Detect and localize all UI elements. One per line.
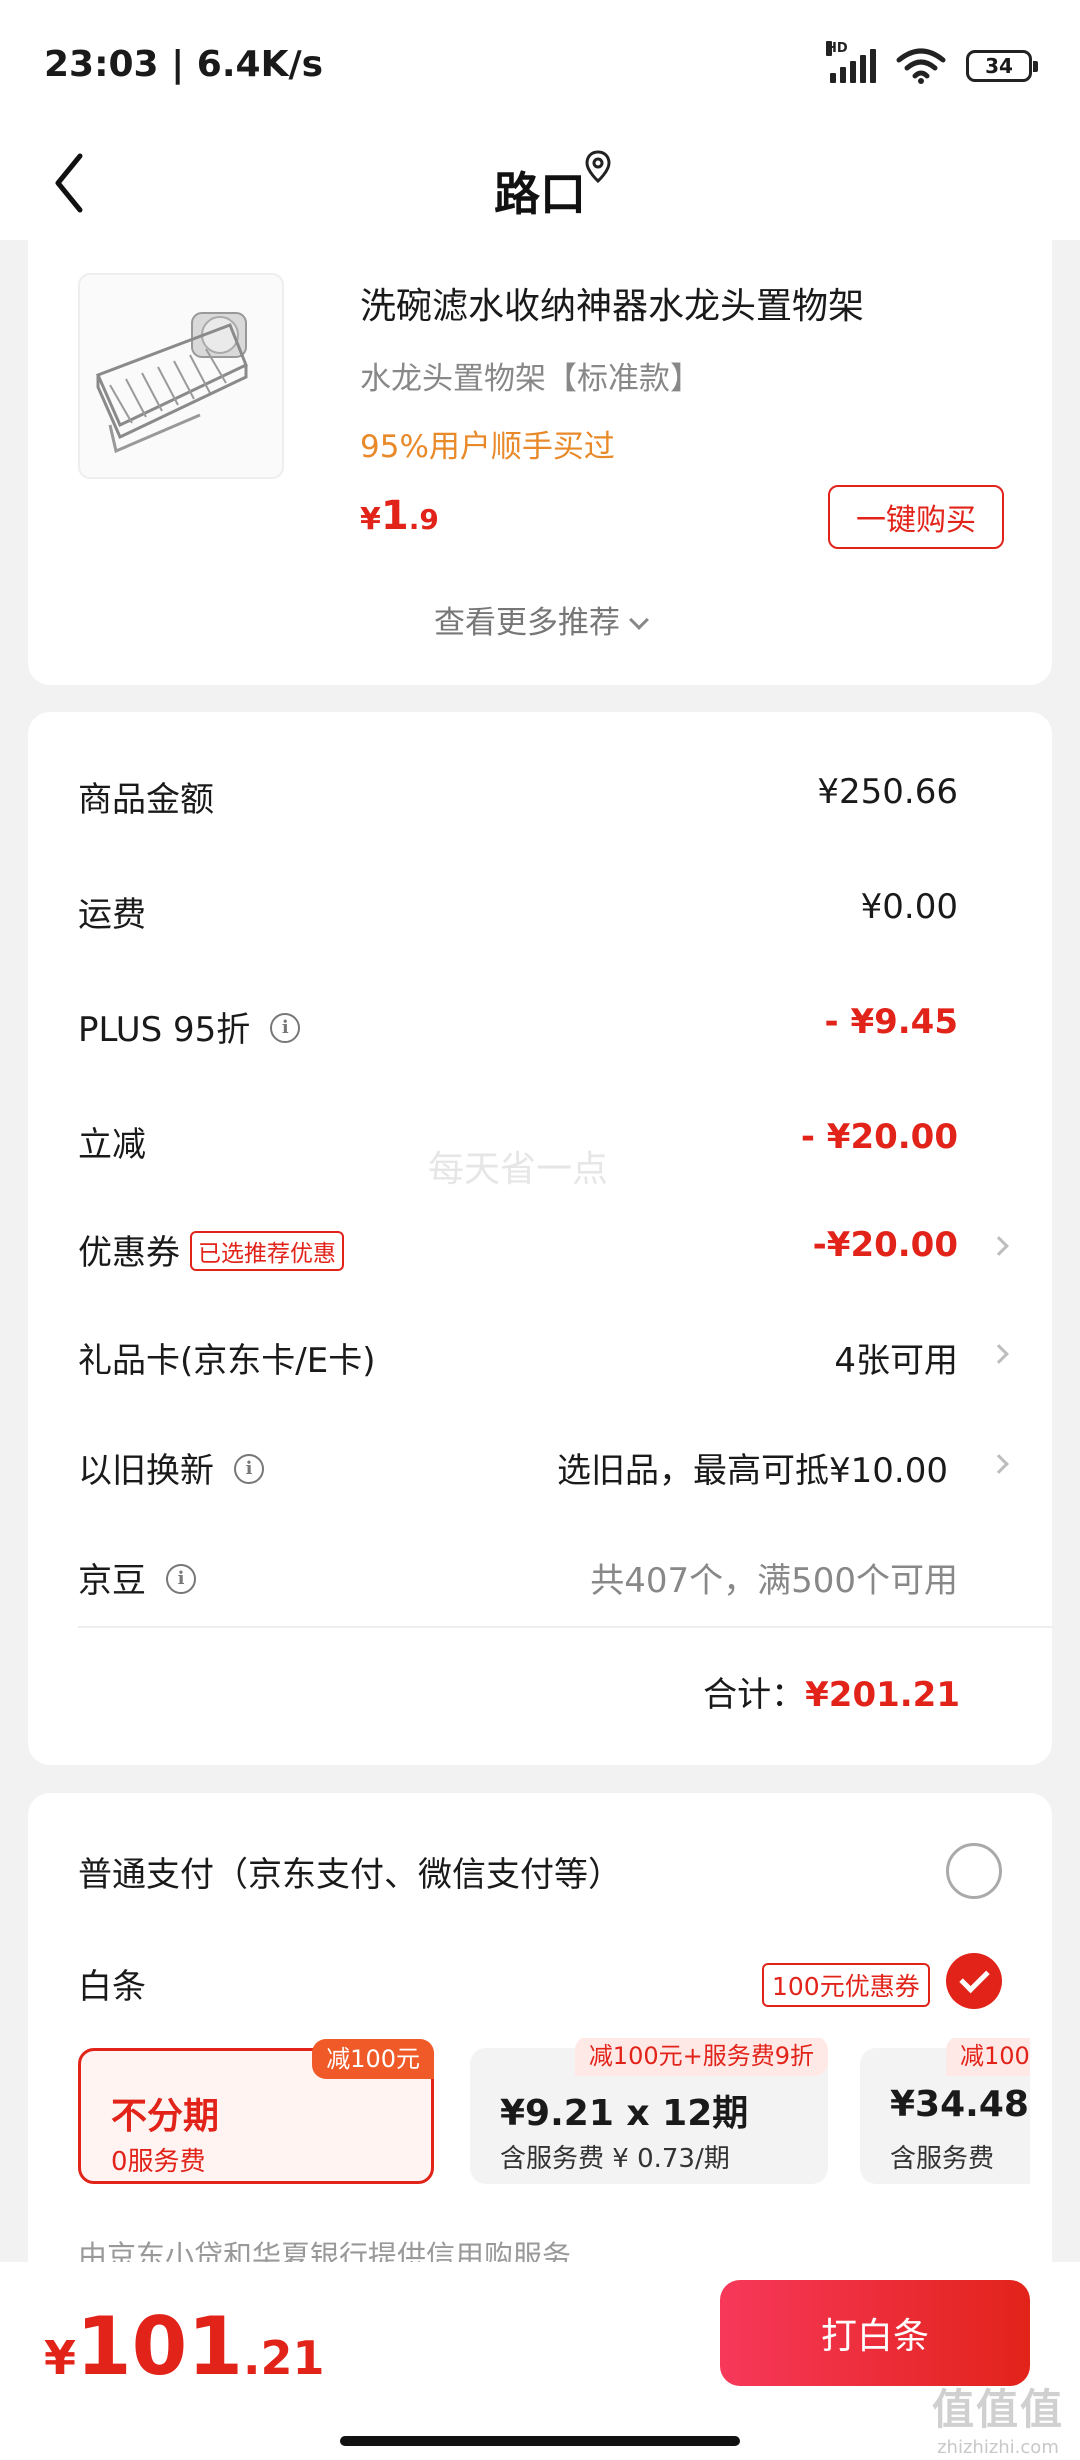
more-recommendations-label: 查看更多推荐 <box>434 605 620 641</box>
cellular-signal-icon: HD <box>826 41 876 83</box>
row-value: - ¥20.00 <box>800 1117 958 1157</box>
bottom-checkout-bar: ¥101.21 打白条 值值值 zhizhizhi.com <box>0 2262 1080 2460</box>
chevron-down-icon <box>629 610 649 630</box>
plan-discount-tag: 减100元 <box>312 2039 434 2079</box>
row-label-wrap: 优惠券 已选推荐优惠 <box>78 1225 344 1275</box>
pay-integer: 101 <box>76 2300 244 2393</box>
recommendation-card: 洗碗滤水收纳神器水龙头置物架 水龙头置物架【标准款】 95%用户顺手买过 ¥1.… <box>28 225 1052 685</box>
plan-other-periods[interactable]: 减100元 ¥34.48 含服务费 <box>860 2038 1030 2184</box>
divider <box>78 1626 1052 1628</box>
payment-method-card: 普通支付（京东支付、微信支付等） 白条 100元优惠券 减100元 不分期 0服… <box>28 1793 1052 2273</box>
product-spec: 水龙头置物架【标准款】 <box>360 361 701 397</box>
row-jingdou: 京豆 i 共407个，满500个可用 <box>78 1545 1008 1605</box>
one-click-buy-button[interactable]: 一键购买 <box>828 485 1004 549</box>
normal-payment-radio[interactable] <box>946 1843 1002 1899</box>
row-value: 4张可用 <box>834 1341 958 1381</box>
price-integer: 1 <box>380 493 409 539</box>
coupon-selected-tag: 已选推荐优惠 <box>190 1230 344 1271</box>
pay-currency: ¥ <box>44 2331 77 2385</box>
plan-no-installment[interactable]: 减100元 不分期 0服务费 <box>78 2039 434 2184</box>
row-label: PLUS 95折 <box>78 1010 251 1050</box>
price-decimal: .9 <box>408 503 439 536</box>
battery-icon: 34 <box>966 50 1038 82</box>
baitiao-coupon-tag[interactable]: 100元优惠券 <box>762 1963 930 2007</box>
price-currency: ¥ <box>360 502 381 537</box>
row-goods-amount: 商品金额 ¥250.66 <box>78 764 1008 824</box>
row-label: 礼品卡(京东卡/E卡) <box>78 1341 376 1381</box>
plan-sub: 0服务费 <box>111 2147 206 2177</box>
plan-12-periods[interactable]: 减100元+服务费9折 ¥9.21 x 12期 含服务费 ¥ 0.73/期 <box>470 2038 828 2184</box>
product-title[interactable]: 洗碗滤水收纳神器水龙头置物架 <box>360 277 864 329</box>
wifi-icon <box>896 48 946 84</box>
product-image[interactable] <box>78 273 284 479</box>
order-total: 合计：¥201.21 <box>703 1667 960 1716</box>
row-plus-discount: PLUS 95折 i - ¥9.45 <box>78 994 1008 1054</box>
row-value: ¥250.66 <box>817 772 958 812</box>
plan-main: ¥34.48 <box>890 2084 1029 2125</box>
row-label: 运费 <box>78 895 146 935</box>
baitiao-selected-check-icon[interactable] <box>946 1953 1002 2009</box>
plan-sub: 含服务费 ¥ 0.73/期 <box>500 2144 730 2174</box>
row-value: 选旧品，最高可抵¥10.00 <box>557 1451 948 1491</box>
location-pin-icon[interactable] <box>584 150 612 184</box>
pay-amount: ¥101.21 <box>44 2300 325 2393</box>
baitiao-label[interactable]: 白条 <box>78 1959 146 2008</box>
row-label-wrap: 京豆 i <box>78 1553 196 1602</box>
row-value: ¥0.00 <box>860 887 958 927</box>
product-buyers-note: 95%用户顺手买过 <box>360 429 615 465</box>
row-trade-in[interactable]: 以旧换新 i 选旧品，最高可抵¥10.00 <box>78 1435 1009 1495</box>
site-watermark-url: zhizhizhi.com <box>937 2437 1059 2458</box>
row-value: -¥20.00 <box>812 1225 958 1265</box>
row-label: 以旧换新 <box>78 1451 214 1491</box>
row-coupon[interactable]: 优惠券 已选推荐优惠 -¥20.00 <box>78 1217 1009 1277</box>
row-label: 优惠券 <box>78 1233 180 1273</box>
home-indicator[interactable] <box>340 2436 740 2446</box>
chevron-right-icon <box>989 1344 1009 1364</box>
page-title: 路口 <box>494 167 586 221</box>
plan-sub: 含服务费 <box>890 2144 995 2174</box>
status-icons: HD 34 <box>826 41 1038 84</box>
plan-main: 不分期 <box>111 2096 220 2137</box>
row-label: 立减 <box>78 1125 146 1165</box>
row-gift-card[interactable]: 礼品卡(京东卡/E卡) 4张可用 <box>78 1325 1009 1385</box>
nav-bar: 路口 <box>0 130 1080 240</box>
chevron-right-icon <box>989 1236 1009 1256</box>
plan-discount-tag: 减100元+服务费9折 <box>574 2038 828 2076</box>
site-watermark-logo: 值值值 <box>931 2385 1064 2434</box>
info-icon[interactable]: i <box>166 1563 196 1594</box>
total-value: ¥201.21 <box>805 1675 960 1715</box>
normal-payment-label[interactable]: 普通支付（京东支付、微信支付等） <box>78 1847 622 1896</box>
chevron-right-icon <box>989 1454 1009 1474</box>
row-value: 共407个，满500个可用 <box>590 1561 958 1601</box>
credit-service-note: 由京东小贷和华夏银行提供信用购服务 <box>78 2239 572 2265</box>
info-icon[interactable]: i <box>270 1012 301 1043</box>
plan-discount-tag: 减100元 <box>946 2038 1030 2076</box>
product-price: ¥1.9 <box>360 493 439 539</box>
row-instant-discount: 立减 - ¥20.00 <box>78 1109 1008 1169</box>
row-label-wrap: PLUS 95折 i <box>78 1002 301 1051</box>
row-label-wrap: 以旧换新 i <box>78 1443 264 1492</box>
installment-plans: 减100元 不分期 0服务费 减100元+服务费9折 ¥9.21 x 12期 含… <box>78 2038 1030 2184</box>
row-value: - ¥9.45 <box>824 1002 959 1042</box>
row-shipping: 运费 ¥0.00 <box>78 879 1008 939</box>
order-amount-card: 每天省一点 商品金额 ¥250.66 运费 ¥0.00 PLUS 95折 i - … <box>28 712 1052 1765</box>
status-bar: 23:03 | 6.4K/s HD 34 <box>0 0 1080 130</box>
plan-main: ¥9.21 x 12期 <box>500 2093 749 2134</box>
pay-with-baitiao-button[interactable]: 打白条 <box>720 2280 1030 2386</box>
site-watermark: 值值值 zhizhizhi.com <box>932 2376 1064 2458</box>
row-label: 京豆 <box>78 1561 146 1601</box>
hd-label: HD <box>826 41 848 56</box>
row-label: 商品金额 <box>78 780 214 820</box>
pay-decimal: .21 <box>243 2331 325 2385</box>
sink-rack-image <box>95 312 248 454</box>
total-label: 合计： <box>703 1675 806 1715</box>
more-recommendations-link[interactable]: 查看更多推荐 <box>28 597 1052 642</box>
status-time: 23:03 | 6.4K/s <box>44 44 324 85</box>
info-icon[interactable]: i <box>234 1453 264 1484</box>
